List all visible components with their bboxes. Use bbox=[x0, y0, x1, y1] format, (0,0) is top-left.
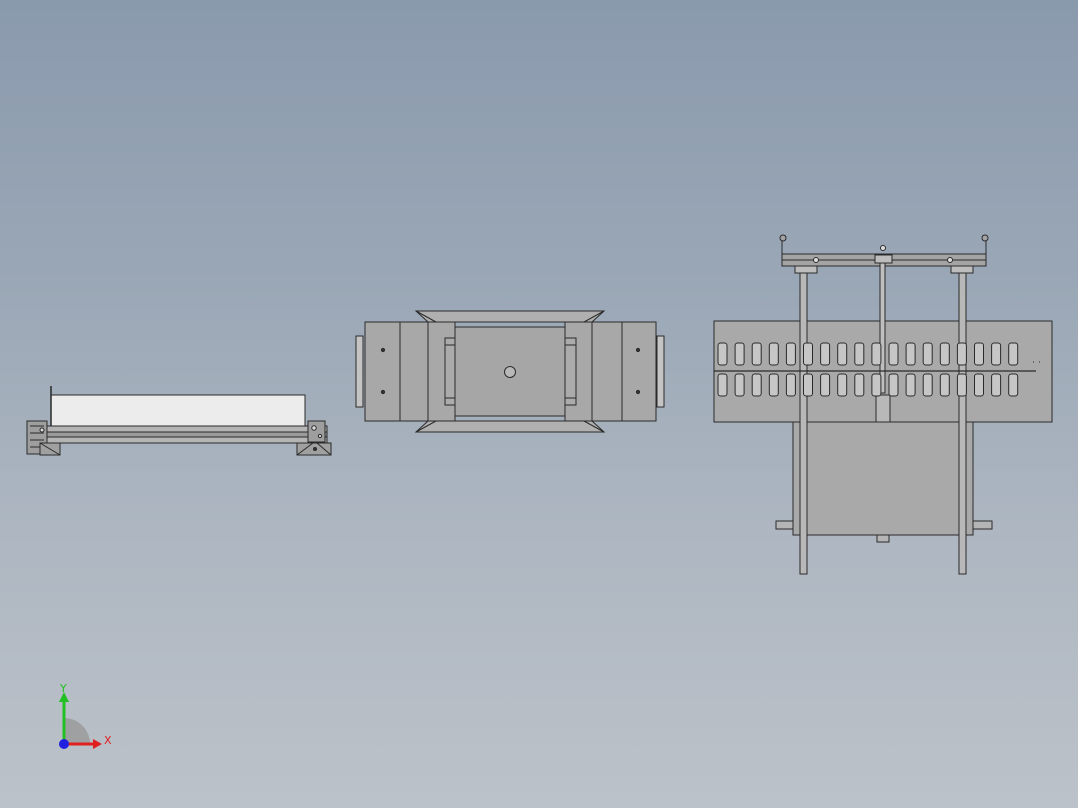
front-view-right-knob bbox=[981, 234, 989, 242]
front-view[interactable] bbox=[713, 234, 1053, 575]
roller-2-13 bbox=[922, 373, 933, 397]
roller-2-10 bbox=[871, 373, 882, 397]
roller-2-2 bbox=[734, 373, 745, 397]
top-view-right-rod bbox=[656, 335, 665, 408]
roller-2-14 bbox=[939, 373, 950, 397]
roller-2-15 bbox=[956, 373, 967, 397]
roller-1-15 bbox=[956, 342, 967, 366]
top-view-center-hole bbox=[504, 366, 516, 378]
side-view-right-end bbox=[307, 420, 326, 443]
side-view-rail-mid bbox=[34, 431, 328, 438]
drawing-views bbox=[26, 234, 1053, 575]
roller-1-17 bbox=[991, 342, 1002, 366]
roller-2-11 bbox=[888, 373, 899, 397]
front-view-left-knob bbox=[779, 234, 787, 242]
z-axis-dot bbox=[59, 739, 69, 749]
roller-1-3 bbox=[751, 342, 762, 366]
y-axis-label: Y bbox=[59, 682, 67, 695]
top-view-right-body bbox=[564, 321, 657, 422]
roller-2-16 bbox=[974, 373, 984, 397]
roller-1-7 bbox=[820, 342, 831, 366]
roller-2-6 bbox=[803, 373, 813, 397]
roller-2-3 bbox=[751, 373, 762, 397]
roller-1-1 bbox=[717, 342, 728, 366]
roller-1-6 bbox=[803, 342, 813, 366]
side-view-top-panel bbox=[50, 394, 306, 427]
roller-1-10 bbox=[871, 342, 882, 366]
roller-1-18 bbox=[1008, 342, 1019, 366]
roller-1-14 bbox=[939, 342, 950, 366]
front-view-lower-box bbox=[792, 421, 974, 536]
roller-2-9 bbox=[854, 373, 865, 397]
roller-1-16 bbox=[974, 342, 984, 366]
roller-2-4 bbox=[768, 373, 779, 397]
roller-1-8 bbox=[837, 342, 848, 366]
roller-2-7 bbox=[820, 373, 831, 397]
top-view-flange-top bbox=[414, 310, 606, 323]
graphics-viewport[interactable]: Y X bbox=[0, 0, 1078, 808]
top-view-left-rod bbox=[355, 335, 364, 408]
coordinate-triad: Y X bbox=[59, 682, 112, 749]
side-view[interactable] bbox=[26, 386, 332, 456]
roller-1-12 bbox=[905, 342, 916, 366]
front-view-center-column bbox=[879, 262, 886, 394]
side-view-rail-bottom bbox=[34, 436, 328, 444]
roller-2-8 bbox=[837, 373, 848, 397]
top-view-flange-bottom bbox=[414, 420, 606, 433]
roller-2-17 bbox=[991, 373, 1002, 397]
top-view-left-body bbox=[364, 321, 456, 422]
roller-1-2 bbox=[734, 342, 745, 366]
x-axis-label: X bbox=[104, 734, 112, 747]
roller-1-13 bbox=[922, 342, 933, 366]
side-view-rail-top bbox=[34, 425, 328, 433]
top-view[interactable] bbox=[355, 310, 665, 433]
roller-1-11 bbox=[888, 342, 899, 366]
roller-2-18 bbox=[1008, 373, 1019, 397]
front-view-right-column bbox=[958, 272, 967, 575]
roller-2-5 bbox=[785, 373, 796, 397]
roller-2-1 bbox=[717, 373, 728, 397]
roller-2-12 bbox=[905, 373, 916, 397]
roller-1-9 bbox=[854, 342, 865, 366]
front-view-left-column bbox=[799, 272, 808, 575]
roller-1-5 bbox=[785, 342, 796, 366]
x-axis-arrowhead bbox=[93, 739, 102, 749]
roller-1-4 bbox=[768, 342, 779, 366]
